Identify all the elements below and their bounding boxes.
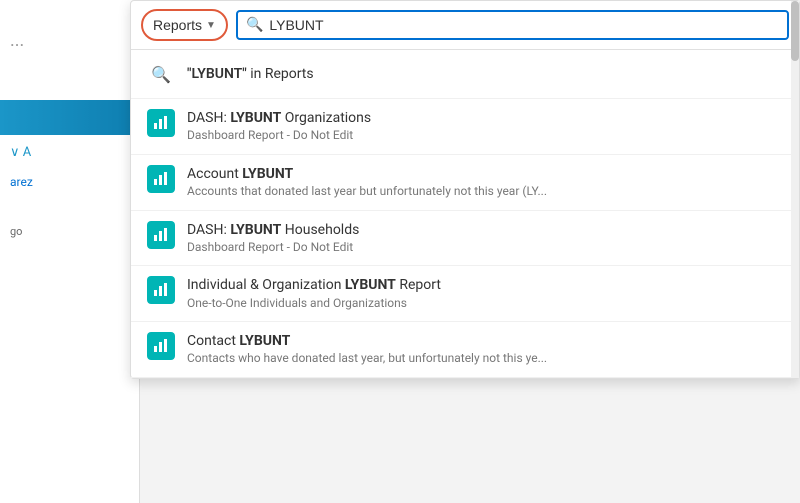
- report-icon-4: [147, 332, 175, 360]
- list-item[interactable]: Contact LYBUNT Contacts who have donated…: [131, 322, 799, 378]
- title-bold-4: LYBUNT: [239, 333, 290, 349]
- result-subtitle-3: One-to-One Individuals and Organizations: [187, 296, 783, 312]
- report-icon-0: [147, 109, 175, 137]
- result-subtitle-4: Contacts who have donated last year, but…: [187, 351, 783, 367]
- title-bold-2: LYBUNT: [230, 222, 281, 238]
- title-post-0: Organizations: [281, 110, 371, 126]
- search-results-list: 🔍 "LYBUNT" in Reports DASH: LYBUNT Organ…: [131, 50, 799, 378]
- title-pre-1: Account: [187, 166, 242, 182]
- result-text-3: Individual & Organization LYBUNT Report …: [187, 276, 783, 311]
- result-subtitle-2: Dashboard Report - Do Not Edit: [187, 240, 783, 256]
- search-in-query: "LYBUNT": [187, 66, 247, 82]
- bar-chart-icon: [153, 115, 169, 131]
- result-title-1: Account LYBUNT: [187, 165, 783, 183]
- sidebar-blue-bar: [0, 100, 139, 135]
- title-pre-2: DASH:: [187, 222, 230, 238]
- bar-chart-icon: [153, 338, 169, 354]
- title-bold-1: LYBUNT: [242, 166, 293, 182]
- search-in-context: in Reports: [247, 66, 314, 82]
- search-glyph-icon: 🔍: [151, 65, 171, 84]
- search-header: Reports ▼ 🔍: [131, 1, 799, 50]
- search-input-wrapper: 🔍: [236, 10, 789, 40]
- title-bold-0: LYBUNT: [230, 110, 281, 126]
- search-icon: 🔍: [246, 17, 263, 33]
- scroll-track: [791, 1, 799, 378]
- bar-chart-icon: [153, 171, 169, 187]
- result-title-2: DASH: LYBUNT Households: [187, 221, 783, 239]
- sidebar-strip: ... ∨ A arez go: [0, 0, 140, 503]
- search-in-reports-row[interactable]: 🔍 "LYBUNT" in Reports: [131, 50, 799, 99]
- sidebar-name: arez: [10, 175, 33, 189]
- bar-chart-icon: [153, 282, 169, 298]
- result-subtitle-1: Accounts that donated last year but unfo…: [187, 184, 783, 200]
- result-text-0: DASH: LYBUNT Organizations Dashboard Rep…: [187, 109, 783, 144]
- search-in-label: "LYBUNT" in Reports: [187, 66, 314, 82]
- search-in-icon: 🔍: [147, 60, 175, 88]
- report-icon-1: [147, 165, 175, 193]
- result-text-1: Account LYBUNT Accounts that donated las…: [187, 165, 783, 200]
- list-item[interactable]: DASH: LYBUNT Organizations Dashboard Rep…: [131, 99, 799, 155]
- report-icon-2: [147, 221, 175, 249]
- title-post-2: Households: [281, 222, 359, 238]
- result-text-4: Contact LYBUNT Contacts who have donated…: [187, 332, 783, 367]
- reports-button-label: Reports: [153, 17, 202, 33]
- list-item[interactable]: Account LYBUNT Accounts that donated las…: [131, 155, 799, 211]
- title-pre-3: Individual & Organization: [187, 277, 345, 293]
- title-post-3: Report: [396, 277, 441, 293]
- bar-chart-icon: [153, 227, 169, 243]
- list-item[interactable]: DASH: LYBUNT Households Dashboard Report…: [131, 211, 799, 267]
- sidebar-dots: ...: [10, 30, 24, 51]
- result-title-3: Individual & Organization LYBUNT Report: [187, 276, 783, 294]
- result-subtitle-0: Dashboard Report - Do Not Edit: [187, 128, 783, 144]
- title-pre-4: Contact: [187, 333, 239, 349]
- result-text-2: DASH: LYBUNT Households Dashboard Report…: [187, 221, 783, 256]
- title-bold-3: LYBUNT: [345, 277, 396, 293]
- search-input[interactable]: [269, 17, 779, 33]
- title-pre-0: DASH:: [187, 110, 230, 126]
- chevron-down-icon: ▼: [206, 20, 216, 31]
- result-title-4: Contact LYBUNT: [187, 332, 783, 350]
- list-item[interactable]: Individual & Organization LYBUNT Report …: [131, 266, 799, 322]
- report-icon-3: [147, 276, 175, 304]
- scroll-thumb[interactable]: [791, 1, 799, 61]
- result-title-0: DASH: LYBUNT Organizations: [187, 109, 783, 127]
- sidebar-go: go: [10, 225, 22, 238]
- sidebar-arrow: ∨ A: [10, 145, 31, 160]
- search-overlay: Reports ▼ 🔍 🔍 "LYBUNT" in Reports: [130, 0, 800, 379]
- reports-dropdown-button[interactable]: Reports ▼: [141, 9, 228, 41]
